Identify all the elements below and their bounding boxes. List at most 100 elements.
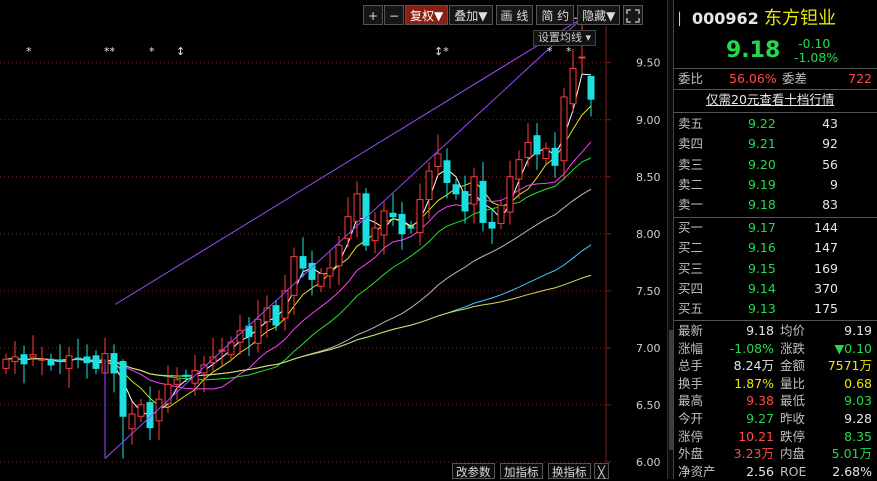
stat-value: -1.08% — [729, 340, 774, 356]
stat-row: 今开 9.27 昨收 9.28 — [674, 410, 877, 428]
bid-volume: 144 — [814, 220, 838, 235]
stat-value: 2.56 — [746, 463, 774, 479]
restore-rights-button[interactable]: 复权▼ — [405, 5, 449, 25]
stat-value: 7571万 — [827, 358, 872, 374]
stat-value: 9.28 — [844, 411, 872, 426]
bid-level-label: 买二 — [678, 240, 704, 256]
stat-label: 今开 — [678, 411, 704, 426]
stat-label: 均价 — [780, 323, 806, 338]
stat-label: 换手 — [678, 375, 704, 391]
bid-volume: 175 — [814, 301, 838, 317]
divider — [674, 217, 877, 218]
candle-body — [65, 355, 73, 369]
hide-button[interactable]: 隐藏▼ — [577, 5, 621, 25]
stat-value: 8.24万 — [733, 358, 774, 374]
fullscreen-icon — [626, 9, 641, 23]
kline-chart[interactable]: 9.509.008.508.007.507.006.506.009.89****… — [0, 0, 667, 479]
ask-row[interactable]: 卖五 9.22 43 — [674, 115, 877, 133]
stat-row: 涨幅 -1.08% 涨跌 ▼0.10 — [674, 340, 877, 358]
ask-volume: 56 — [822, 156, 838, 172]
stat-row: 总手 8.24万 金额 7571万 — [674, 357, 877, 375]
candle-body — [290, 256, 298, 296]
y-tick-label: 6.00 — [636, 456, 661, 469]
stat-value: 10.21 — [738, 428, 774, 444]
kline-chart-pane[interactable]: 9.509.008.508.007.507.006.506.009.89****… — [0, 0, 667, 479]
switch-indicator-button[interactable]: 换指标 — [548, 463, 591, 479]
bid-volume: 370 — [814, 280, 838, 296]
candle-body — [353, 193, 361, 222]
zoom-in-button[interactable]: + — [363, 5, 383, 25]
candle-body — [443, 160, 451, 183]
event-marker-icon: * — [26, 45, 32, 58]
chevron-down-icon: ▼ — [478, 9, 488, 23]
stock-name: 东方钽业 — [764, 8, 836, 29]
candle-body — [110, 353, 118, 374]
event-marker-icon: * — [149, 45, 155, 58]
ask-price: 9.19 — [748, 176, 776, 192]
candle-body — [47, 358, 55, 366]
candle-body — [344, 216, 352, 239]
stat-label: 金额 — [780, 358, 806, 374]
candle-body — [389, 212, 397, 218]
event-marker-icon: * — [566, 45, 572, 58]
stat-label: 涨跌 — [780, 340, 806, 356]
bid-volume: 147 — [814, 240, 838, 256]
ma20-line — [5, 141, 592, 390]
stat-value: 9.38 — [746, 393, 774, 409]
level2-promo-link[interactable]: 仅需20元查看十档行情 — [706, 91, 834, 109]
ask-price: 9.22 — [748, 116, 776, 131]
y-tick-label: 6.50 — [636, 399, 661, 412]
candle-body — [506, 176, 514, 213]
bid-row[interactable]: 买三 9.15 169 — [674, 260, 877, 278]
candle-body — [587, 75, 595, 100]
fullscreen-button[interactable] — [623, 5, 644, 25]
candle-body — [29, 354, 37, 358]
divider — [674, 112, 877, 113]
simple-mode-button[interactable]: 简 约 — [536, 5, 575, 25]
overlay-button[interactable]: 叠加▼ — [449, 5, 493, 25]
overlay-label: 叠加 — [454, 9, 479, 23]
bid-price: 9.13 — [748, 301, 776, 317]
stat-row: 最高 9.38 最低 9.03 — [674, 392, 877, 410]
bid-row[interactable]: 买四 9.14 370 — [674, 280, 877, 298]
candle-body — [173, 379, 181, 385]
ask-level-label: 卖四 — [678, 136, 704, 152]
bid-row[interactable]: 买一 9.17 144 — [674, 219, 877, 237]
stat-label: 内盘 — [780, 446, 806, 462]
candle-body — [92, 355, 100, 369]
ask-row[interactable]: 卖一 9.18 83 — [674, 196, 877, 214]
bid-price: 9.15 — [748, 260, 776, 276]
y-tick-label: 9.50 — [636, 57, 661, 70]
candle-body — [416, 199, 424, 234]
zoom-out-button[interactable]: − — [384, 5, 404, 25]
ask-row[interactable]: 卖二 9.19 9 — [674, 176, 877, 194]
event-marker-icon: ↕* — [434, 45, 449, 58]
divider — [674, 89, 877, 90]
add-indicator-button[interactable]: 加指标 — [500, 463, 543, 479]
stat-label: 净资产 — [678, 463, 716, 479]
ask-price: 9.21 — [748, 136, 776, 152]
ma-settings-label: 设置均线 — [538, 31, 582, 44]
draw-line-button[interactable]: 画 线 — [495, 5, 534, 25]
ask-row[interactable]: 卖三 9.20 56 — [674, 156, 877, 174]
stat-value: 0.68 — [844, 375, 872, 391]
bid-row[interactable]: 买二 9.16 147 — [674, 239, 877, 257]
stat-label: ROE — [780, 463, 807, 479]
channel-line — [114, 17, 583, 305]
edit-params-button[interactable]: 改参数 — [452, 463, 495, 479]
y-tick-label: 9.00 — [636, 114, 661, 127]
bid-level-label: 买一 — [678, 220, 704, 235]
ma-settings-button[interactable]: 设置均线 ▾ — [533, 30, 597, 46]
promo-row: 仅需20元查看十档行情 — [674, 91, 877, 109]
close-indicator-button[interactable]: ╳ — [594, 463, 609, 479]
candle-body — [182, 374, 190, 377]
candle-body — [263, 307, 271, 323]
ask-row[interactable]: 卖四 9.21 92 — [674, 135, 877, 153]
weicha-label: 委差 — [782, 71, 808, 86]
candle-body — [299, 256, 307, 269]
candle-body — [38, 358, 46, 361]
bid-row[interactable]: 买五 9.13 175 — [674, 300, 877, 318]
candle-body — [83, 356, 91, 364]
candle-body — [272, 305, 280, 326]
price-change: -0.10 — [798, 36, 831, 51]
